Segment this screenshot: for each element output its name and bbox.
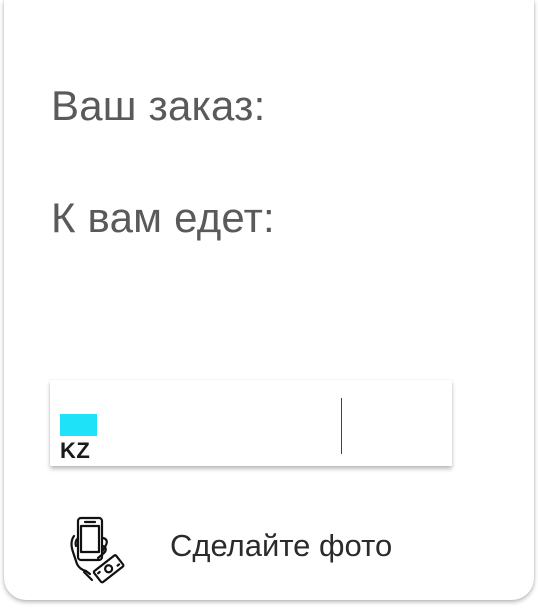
order-label: Ваш заказ: <box>51 82 266 129</box>
courier-label: К вам едет: <box>51 194 275 241</box>
country-flag <box>60 414 97 436</box>
plate-country-code: KZ <box>60 438 91 463</box>
phone-in-hand-with-money-icon <box>68 516 128 584</box>
take-photo-label: Сделайте фото <box>170 528 393 563</box>
plate-divider <box>341 398 342 454</box>
license-plate: KZ <box>50 380 452 466</box>
order-card: Ваш заказ: К вам едет: KZ Сделайте фото <box>4 0 534 600</box>
take-photo-button[interactable]: Сделайте фото <box>4 510 534 590</box>
